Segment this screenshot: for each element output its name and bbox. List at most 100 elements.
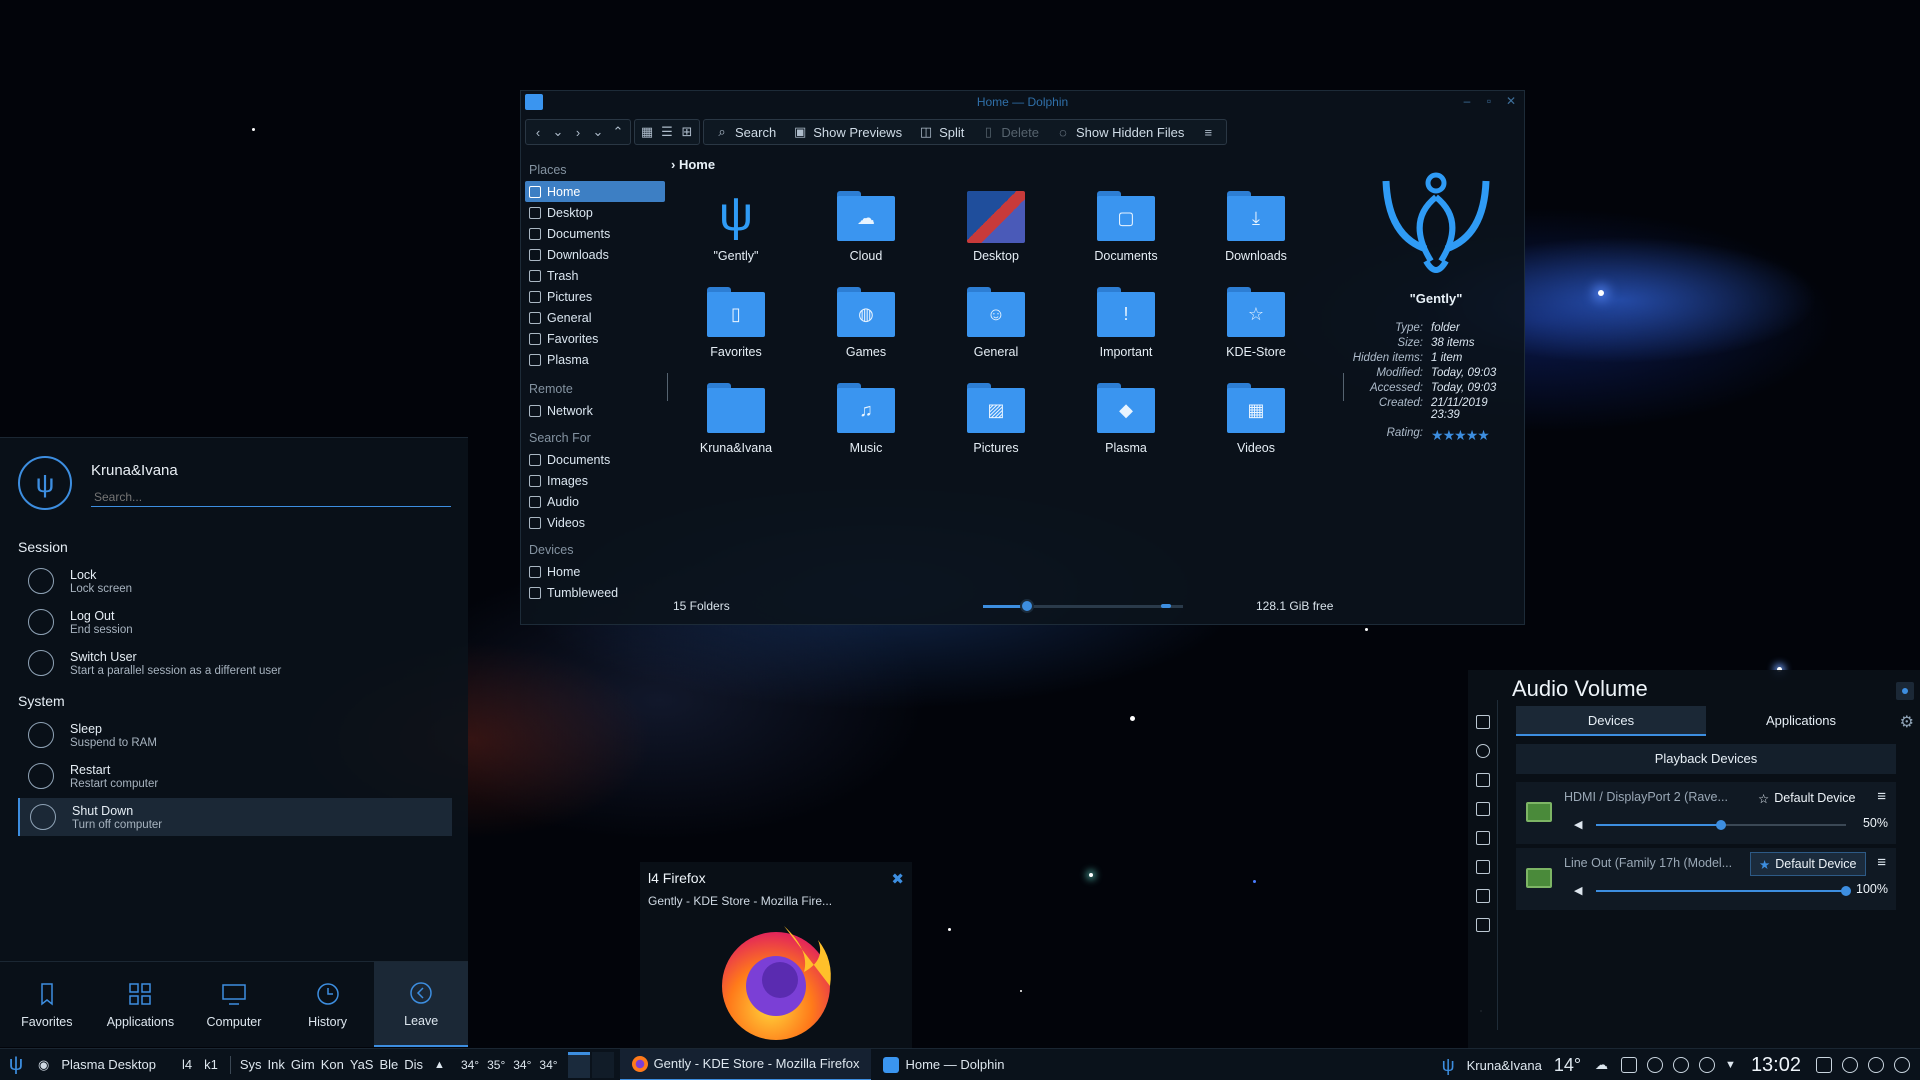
quicklaunch-ble[interactable]: Ble: [376, 1057, 401, 1072]
search-for-item-images[interactable]: Images: [525, 470, 665, 491]
menu-icon[interactable]: ≡: [1877, 788, 1886, 805]
places-item-home[interactable]: Home: [525, 181, 665, 202]
back-icon[interactable]: ‹: [530, 124, 546, 140]
quicklaunch-dis[interactable]: Dis: [401, 1057, 426, 1072]
shut-down-button[interactable]: Shut Down Turn off computer: [18, 798, 452, 836]
volume-handle[interactable]: [1841, 886, 1851, 896]
places-item-trash[interactable]: Trash: [525, 265, 665, 286]
chevron-down-icon[interactable]: ⌄: [590, 124, 606, 140]
places-item-favorites[interactable]: Favorites: [525, 328, 665, 349]
minimize-button[interactable]: –: [1460, 94, 1474, 108]
task-firefox[interactable]: Gently - KDE Store - Mozilla Firefox: [619, 1048, 872, 1080]
search-for-item-videos[interactable]: Videos: [525, 512, 665, 533]
display-icon[interactable]: [1475, 831, 1490, 845]
folder-item[interactable]: ▯ Favorites: [671, 283, 801, 369]
close-icon[interactable]: ✖: [891, 870, 904, 888]
disk-icon[interactable]: [1475, 860, 1490, 874]
places-item-desktop[interactable]: Desktop: [525, 202, 665, 223]
places-item-pictures[interactable]: Pictures: [525, 286, 665, 307]
folder-item[interactable]: ⤓ Downloads: [1191, 187, 1321, 273]
lock-button[interactable]: Lock Lock screen: [18, 562, 452, 600]
tab-applications[interactable]: Applications: [1706, 706, 1896, 736]
launcher-icon[interactable]: ψ: [4, 1053, 28, 1077]
panel-splitter[interactable]: [1343, 373, 1344, 401]
delete-button[interactable]: ▯ Delete: [974, 121, 1045, 143]
switch-user-button[interactable]: Switch User Start a parallel session as a…: [18, 644, 452, 682]
media-icon[interactable]: [1699, 1057, 1716, 1073]
places-item-downloads[interactable]: Downloads: [525, 244, 665, 265]
panel-splitter[interactable]: [667, 373, 668, 401]
hamburger-menu-button[interactable]: ≡: [1194, 121, 1222, 143]
battery-icon[interactable]: [1475, 802, 1490, 816]
quicklaunch-kon[interactable]: Kon: [318, 1057, 347, 1072]
search-for-item-audio[interactable]: Audio: [525, 491, 665, 512]
icons-view-icon[interactable]: ▦: [639, 124, 655, 140]
clock[interactable]: 13:02: [1741, 1054, 1811, 1077]
tab-history[interactable]: History: [281, 962, 375, 1047]
search-button[interactable]: ⌕ Search: [708, 121, 782, 143]
eye-icon[interactable]: ◉: [38, 1057, 49, 1073]
restart-button[interactable]: Restart Restart computer: [18, 757, 452, 795]
weather-temperature[interactable]: 14°: [1548, 1055, 1587, 1076]
folder-item[interactable]: ♫ Music: [801, 379, 931, 465]
chevron-up-icon[interactable]: ▲: [434, 1059, 445, 1071]
network-icon[interactable]: [1647, 1057, 1664, 1073]
speaker-icon[interactable]: ◀: [1574, 818, 1582, 831]
quicklaunch-yas[interactable]: YaS: [347, 1057, 377, 1072]
folder-item[interactable]: Kruna&Ivana: [671, 379, 801, 465]
gear-icon[interactable]: ⚙: [1900, 712, 1914, 732]
quicklaunch-ink[interactable]: Ink: [265, 1057, 288, 1072]
lock-icon[interactable]: [1816, 1057, 1832, 1073]
breadcrumb[interactable]: › Home: [671, 157, 715, 172]
speaker-icon[interactable]: [1475, 773, 1490, 787]
tab-applications[interactable]: Applications: [94, 962, 188, 1047]
pager-item[interactable]: l4: [176, 1057, 198, 1072]
remote-item-network[interactable]: Network: [525, 400, 665, 421]
volume-slider[interactable]: [1596, 886, 1851, 896]
lightbulb-icon[interactable]: [1475, 744, 1490, 758]
sleep-button[interactable]: Sleep Suspend to RAM: [18, 716, 452, 754]
quicklaunch-gim[interactable]: Gim: [288, 1057, 318, 1072]
log-out-button[interactable]: Log Out End session: [18, 603, 452, 641]
star-icon[interactable]: ★: [1443, 427, 1456, 443]
star-icon[interactable]: ★: [1477, 427, 1490, 443]
tab-leave[interactable]: Leave: [374, 962, 468, 1047]
close-button[interactable]: ✕: [1504, 94, 1518, 108]
avatar[interactable]: ψ: [18, 456, 72, 510]
device-item-tumbleweed[interactable]: Tumbleweed: [525, 582, 665, 603]
folder-item[interactable]: ☆ KDE-Store: [1191, 283, 1321, 369]
zoom-slider[interactable]: [983, 599, 1183, 613]
folder-item[interactable]: ! Important: [1061, 283, 1191, 369]
task-dolphin[interactable]: Home — Dolphin: [871, 1049, 1016, 1080]
device-item-home[interactable]: Home: [525, 561, 665, 582]
tray-user[interactable]: Kruna&Ivana: [1461, 1058, 1548, 1073]
search-for-item-documents[interactable]: Documents: [525, 449, 665, 470]
forward-icon[interactable]: ›: [570, 124, 586, 140]
places-item-plasma[interactable]: Plasma: [525, 349, 665, 370]
weather-cloud-icon[interactable]: ☁: [1595, 1057, 1608, 1073]
show-previews-button[interactable]: ▣ Show Previews: [786, 121, 908, 143]
folder-item[interactable]: ▨ Pictures: [931, 379, 1061, 465]
tab-favorites[interactable]: Favorites: [0, 962, 94, 1047]
places-item-general[interactable]: General: [525, 307, 665, 328]
pager-item[interactable]: k1: [198, 1057, 224, 1072]
leave-icon[interactable]: [1894, 1057, 1910, 1073]
speaker-icon[interactable]: ◀: [1574, 884, 1582, 897]
zoom-handle[interactable]: [1020, 599, 1034, 613]
folder-item[interactable]: ▦ Videos: [1191, 379, 1321, 465]
default-device-button[interactable]: ★ Default Device: [1750, 852, 1866, 876]
menu-icon[interactable]: ≡: [1877, 854, 1886, 871]
star-icon[interactable]: ★: [1431, 427, 1444, 443]
places-item-documents[interactable]: Documents: [525, 223, 665, 244]
folder-item[interactable]: ☁ Cloud: [801, 187, 931, 273]
pin-icon[interactable]: [1896, 682, 1914, 700]
plasma-desktop-label[interactable]: Plasma Desktop: [55, 1057, 162, 1072]
tab-computer[interactable]: Computer: [187, 962, 281, 1047]
chevron-down-icon[interactable]: ⌄: [550, 124, 566, 140]
star-icon[interactable]: ★: [1466, 427, 1479, 443]
rating-stars[interactable]: ★★★★★: [1431, 427, 1521, 444]
up-icon[interactable]: ⌃: [610, 124, 626, 140]
monitor-icon[interactable]: [1475, 918, 1490, 932]
star-icon[interactable]: ★: [1454, 427, 1467, 443]
switch-user-icon[interactable]: [1842, 1057, 1858, 1073]
